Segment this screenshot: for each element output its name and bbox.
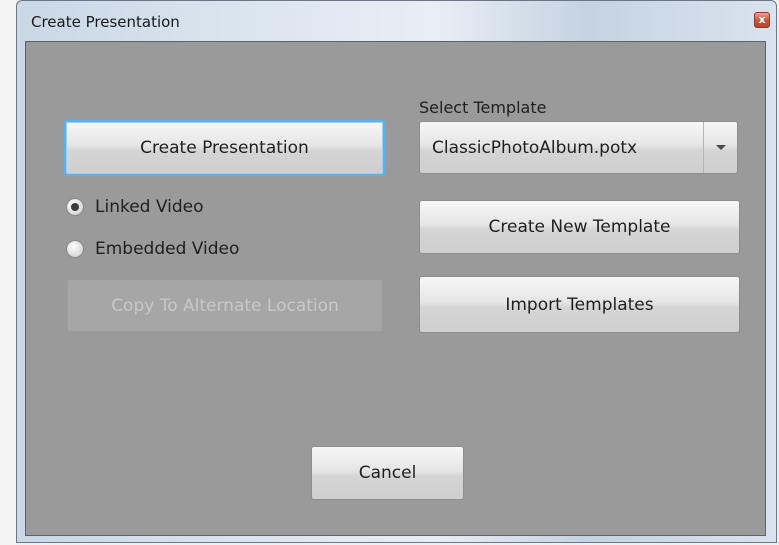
copy-to-alternate-location-label: Copy To Alternate Location <box>111 295 339 316</box>
copy-to-alternate-location-button: Copy To Alternate Location <box>67 279 383 332</box>
dialog-content: Create Presentation Linked Video Embedde… <box>25 41 766 536</box>
create-presentation-button[interactable]: Create Presentation <box>64 120 385 176</box>
dialog-window: Create Presentation x Create Presentatio… <box>16 0 777 543</box>
import-templates-button[interactable]: Import Templates <box>419 276 740 333</box>
chevron-down-icon <box>715 145 726 150</box>
template-dropdown-value: ClassicPhotoAlbum.potx <box>432 137 638 158</box>
close-button[interactable]: x <box>754 12 770 28</box>
create-new-template-label: Create New Template <box>488 217 671 237</box>
window-title: Create Presentation <box>31 13 180 31</box>
template-dropdown-arrow[interactable] <box>703 122 737 173</box>
create-new-template-button[interactable]: Create New Template <box>419 200 740 254</box>
cancel-button[interactable]: Cancel <box>311 446 464 500</box>
linked-video-radio[interactable]: Linked Video <box>66 197 204 217</box>
embedded-video-label: Embedded Video <box>95 239 240 259</box>
linked-video-radio-circle[interactable] <box>66 198 84 216</box>
embedded-video-radio[interactable]: Embedded Video <box>66 239 239 259</box>
create-presentation-label: Create Presentation <box>140 138 309 158</box>
cancel-label: Cancel <box>358 463 417 483</box>
background-strip <box>0 0 16 545</box>
close-icon: x <box>758 13 766 26</box>
radio-selected-dot <box>71 203 79 211</box>
import-templates-label: Import Templates <box>505 294 654 315</box>
template-dropdown[interactable]: ClassicPhotoAlbum.potx <box>419 121 738 174</box>
select-template-label: Select Template <box>419 98 547 117</box>
embedded-video-radio-circle[interactable] <box>66 240 84 258</box>
title-bar[interactable]: Create Presentation x <box>17 1 776 41</box>
linked-video-label: Linked Video <box>95 197 204 217</box>
